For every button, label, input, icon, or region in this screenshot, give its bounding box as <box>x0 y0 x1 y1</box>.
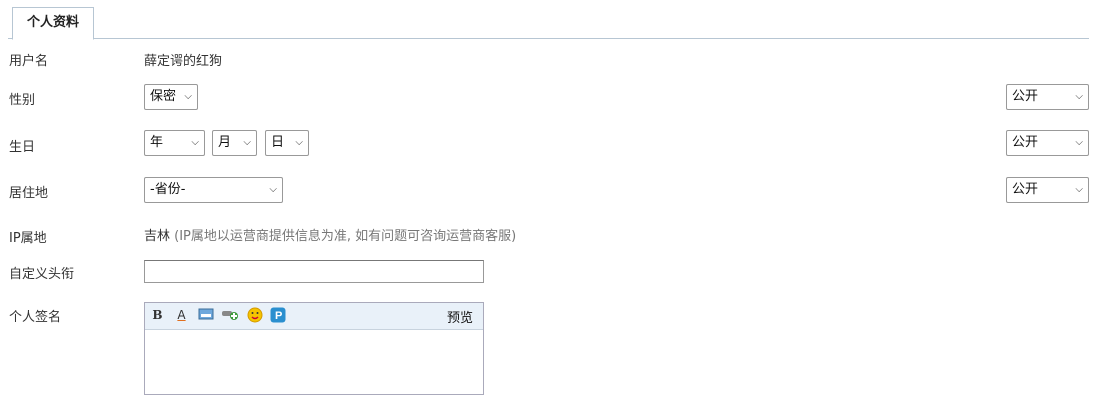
svg-text:P: P <box>275 310 282 322</box>
residence-privacy-select[interactable]: 公开 ⌵ <box>1006 177 1089 203</box>
birthday-privacy-select[interactable]: 公开 ⌵ <box>1006 130 1089 156</box>
chevron-down-icon: ⌵ <box>1075 91 1083 102</box>
birth-day-select[interactable]: 日 ⌵ <box>265 130 309 156</box>
residence-label: 居住地 <box>9 186 49 201</box>
ip-location-value: 吉林 (IP属地以运营商提供信息为准, 如有问题可咨询运营商客服) <box>144 229 517 244</box>
chevron-down-icon: ⌵ <box>269 184 277 195</box>
gender-select[interactable]: 保密 ⌵ <box>144 84 198 110</box>
font-color-icon[interactable]: A <box>173 307 190 324</box>
bold-icon[interactable]: B <box>149 307 166 324</box>
chevron-down-icon: ⌵ <box>243 137 251 148</box>
chevron-down-icon: ⌵ <box>184 91 192 102</box>
emoji-icon[interactable] <box>246 307 263 324</box>
signature-label: 个人签名 <box>9 310 62 325</box>
tab-profile[interactable]: 个人资料 <box>12 7 95 40</box>
birthday-label: 生日 <box>9 140 36 155</box>
preview-button[interactable]: 预览 <box>447 307 473 326</box>
ip-location-note: (IP属地以运营商提供信息为准, 如有问题可咨询运营商客服) <box>174 229 517 244</box>
gender-privacy-select[interactable]: 公开 ⌵ <box>1006 84 1089 110</box>
tab-bar: 个人资料 <box>8 0 1089 40</box>
signature-editor[interactable]: B A P 预览 <box>144 302 484 395</box>
username-value: 薛定谔的红狗 <box>144 54 223 69</box>
chevron-down-icon: ⌵ <box>295 137 303 148</box>
chevron-down-icon: ⌵ <box>1075 184 1083 195</box>
birth-year-select[interactable]: 年 ⌵ <box>144 130 205 156</box>
image-icon[interactable] <box>197 307 214 324</box>
paypal-icon[interactable]: P <box>269 307 286 324</box>
link-icon[interactable] <box>221 307 238 324</box>
gender-label: 性别 <box>9 93 36 108</box>
province-select[interactable]: -省份- ⌵ <box>144 177 283 203</box>
birth-month-select[interactable]: 月 ⌵ <box>212 130 257 156</box>
editor-toolbar: B A P 预览 <box>145 303 483 330</box>
chevron-down-icon: ⌵ <box>1075 137 1083 148</box>
custom-title-label: 自定义头衔 <box>9 267 75 282</box>
ip-location-label: IP属地 <box>9 231 47 246</box>
username-label: 用户名 <box>9 54 49 69</box>
chevron-down-icon: ⌵ <box>191 137 199 148</box>
custom-title-input[interactable] <box>144 260 484 283</box>
